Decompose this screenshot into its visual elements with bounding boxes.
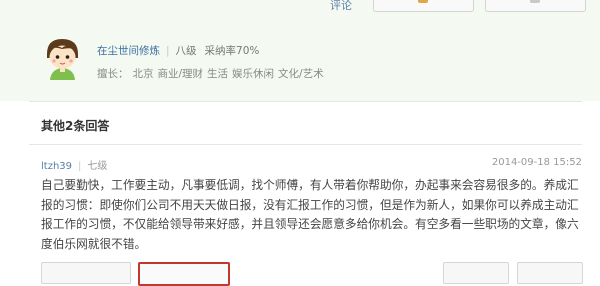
expertise-row: 擅长： 北京 商业/理财 生活 娱乐休闲 文化/艺术 xyxy=(97,66,328,81)
section-divider xyxy=(29,144,582,145)
reply-text: 自己要勤快，工作要主动，凡事要低调，找个师傅，有人带着你帮助你，办起事来会容易很… xyxy=(41,178,579,251)
reply-action-button-highlighted[interactable] xyxy=(138,262,230,286)
separator: | xyxy=(166,45,170,57)
expertise-label: 擅长： xyxy=(97,68,129,80)
reply-header: ltzh39 | 七级 2014-09-18 15:52 xyxy=(41,157,582,172)
expertise-tag[interactable]: 北京 xyxy=(133,68,154,80)
adoption-rate: 采纳率70% xyxy=(204,45,260,57)
answerer-level: 八级 xyxy=(175,45,197,57)
expertise-tag[interactable]: 娱乐休闲 xyxy=(232,68,274,80)
answerer-name[interactable]: 在尘世间修炼 xyxy=(97,45,160,57)
section-divider xyxy=(29,101,582,102)
answerer-info: 在尘世间修炼 | 八级 采纳率70% xyxy=(97,43,259,58)
separator: | xyxy=(78,161,82,172)
expertise-tag[interactable]: 生活 xyxy=(207,68,228,80)
expertise-tag[interactable]: 文化/艺术 xyxy=(278,68,324,80)
thumb-up-icon xyxy=(418,0,428,3)
other-answers-title: 其他2条回答 xyxy=(41,119,110,133)
upvote-button[interactable] xyxy=(373,0,474,12)
reply-level: 七级 xyxy=(87,161,108,172)
reply-vote-button[interactable] xyxy=(517,262,583,284)
top-answer-block: 评论 在尘世间修炼 | 八级 采纳率70% 擅长： 北京 商业/理财 生活 娱乐休闲 文化/艺术 xyxy=(0,0,600,101)
downvote-button[interactable] xyxy=(485,0,586,12)
expertise-tag[interactable]: 商业/理财 xyxy=(158,68,204,80)
reply-action-button[interactable] xyxy=(41,262,131,284)
reply-user[interactable]: ltzh39 xyxy=(41,161,72,172)
thumb-down-icon xyxy=(530,0,540,3)
comment-link[interactable]: 评论 xyxy=(330,0,352,13)
cartoon-avatar-icon[interactable] xyxy=(41,36,84,80)
reply-vote-button[interactable] xyxy=(443,262,509,284)
reply-date: 2014-09-18 15:52 xyxy=(491,157,582,168)
